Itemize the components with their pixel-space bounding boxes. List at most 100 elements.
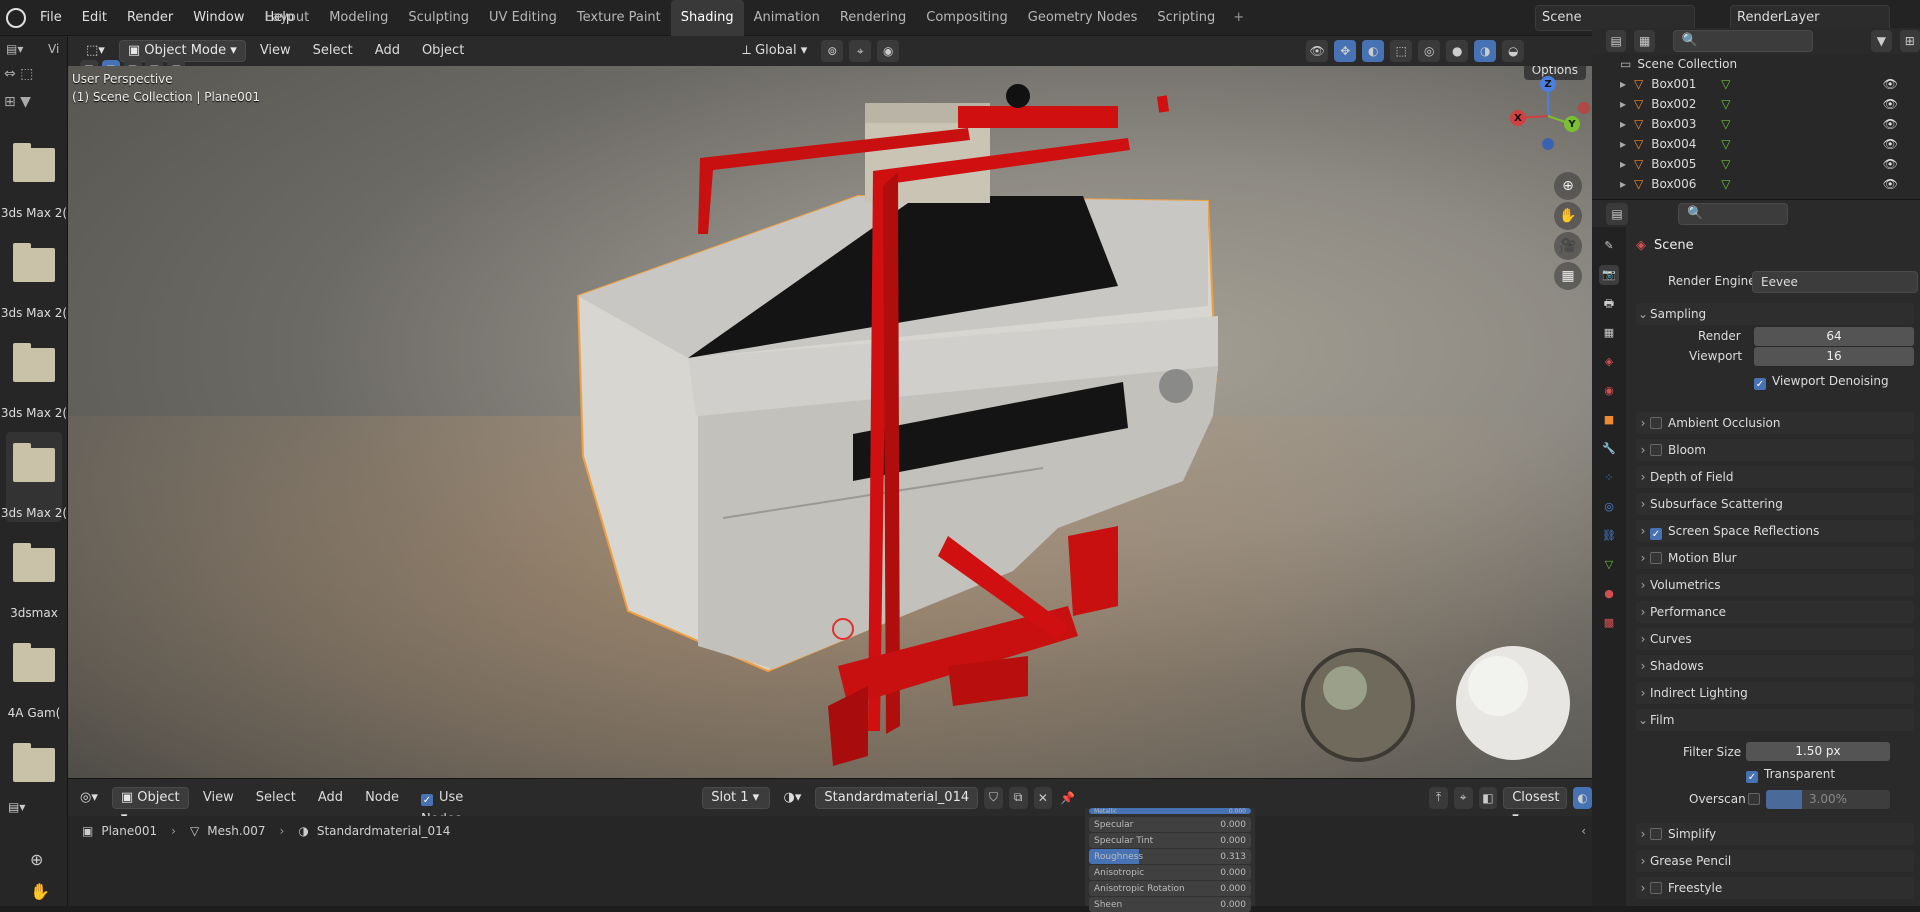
zoom-icon[interactable]: ⊕	[30, 850, 43, 869]
shading-material-icon[interactable]: ◑	[1474, 40, 1497, 62]
outliner-item[interactable]: ▸ ▽ Box001 ▽ 👁	[1592, 74, 1920, 94]
folder-icon[interactable]	[8, 143, 60, 188]
tab-texture-paint[interactable]: Texture Paint	[567, 0, 671, 36]
menu-edit[interactable]: Edit	[72, 0, 117, 36]
material-tab-icon[interactable]: ●	[1599, 584, 1619, 604]
outliner-item[interactable]: ▸ ▽ Box004 ▽ 👁	[1592, 134, 1920, 154]
bsdf-row[interactable]: Anisotropic 0.000	[1089, 865, 1251, 880]
viewport-samples-field[interactable]: 16	[1754, 347, 1914, 366]
orientation-dropdown[interactable]: ⟂ Global ▾	[734, 40, 815, 62]
3d-viewport[interactable]: User Perspective (1) Scene Collection | …	[68, 66, 1592, 778]
editor-type-icon[interactable]: ▤	[1606, 30, 1627, 52]
new-collection-icon[interactable]: ⊞	[1899, 30, 1920, 52]
eye-icon[interactable]: 👁	[1883, 137, 1898, 151]
shader-type-dropdown[interactable]: ▣ Object ▾	[111, 786, 189, 825]
proportional-edit-icon[interactable]: ◉	[877, 40, 900, 62]
filter-size-field[interactable]: 1.50 px	[1746, 742, 1890, 761]
interpolation-dropdown[interactable]: Closest ▾	[1503, 786, 1568, 825]
tab-scripting[interactable]: Scripting	[1147, 0, 1225, 36]
expand-icon[interactable]: ▸	[1620, 97, 1634, 111]
section-performance[interactable]: › Performance	[1636, 601, 1914, 623]
tab-uv-editing[interactable]: UV Editing	[479, 0, 567, 36]
section-grease-pencil[interactable]: › Grease Pencil	[1636, 850, 1914, 872]
properties-search[interactable]: 🔍	[1678, 202, 1788, 225]
section-shadows[interactable]: › Shadows	[1636, 655, 1914, 677]
tool-tab-icon[interactable]: ✎	[1599, 236, 1619, 256]
section-bloom[interactable]: › Bloom	[1636, 439, 1914, 461]
nav-arrows-icon[interactable]: ⇔ ⬚	[4, 66, 33, 82]
axis-y[interactable]: Y	[1564, 116, 1580, 132]
checkbox-icon[interactable]	[1650, 828, 1662, 840]
bsdf-row[interactable]: Roughness 0.313	[1089, 849, 1251, 864]
folder-icon[interactable]	[8, 743, 60, 788]
eye-icon[interactable]: 👁	[1883, 117, 1898, 131]
outliner-search[interactable]: 🔍	[1672, 30, 1814, 52]
vp-menu-object[interactable]: Object	[414, 40, 472, 62]
section-simplify[interactable]: › Simplify	[1636, 823, 1914, 845]
section-freestyle[interactable]: › Freestyle	[1636, 877, 1914, 899]
shading-solid-icon[interactable]: ●	[1446, 40, 1469, 62]
vp-menu-add[interactable]: Add	[367, 40, 408, 62]
menu-file[interactable]: File	[30, 0, 72, 36]
principled-bsdf-node[interactable]: Metallic 0.000 Specular 0.000 Specular Tin…	[1085, 808, 1255, 912]
material-name-field[interactable]: Standardmaterial_014	[815, 786, 979, 809]
sidebar-toggle-icon[interactable]: ‹	[1581, 824, 1586, 838]
fake-user-icon[interactable]: ⛉	[984, 786, 1003, 809]
overscan-checkbox[interactable]	[1748, 792, 1766, 806]
unlink-material-icon[interactable]: ✕	[1033, 786, 1053, 809]
outliner-item[interactable]: ▸ ▽ Box006 ▽ 👁	[1592, 174, 1920, 194]
snap-target-icon[interactable]: ◧	[1478, 786, 1498, 809]
folder-icon[interactable]	[8, 343, 60, 388]
node-menu-select[interactable]: Select	[248, 787, 304, 809]
tab-compositing[interactable]: Compositing	[916, 0, 1018, 36]
display-mode-icon[interactable]: ▦	[1634, 30, 1655, 52]
outliner-item[interactable]: ▸ ▽ Box002 ▽ 👁	[1592, 94, 1920, 114]
particles-tab-icon[interactable]: ⁘	[1599, 468, 1619, 488]
shading-wireframe-icon[interactable]: ◎	[1418, 40, 1441, 62]
bsdf-row[interactable]: Anisotropic Rotation 0.000	[1089, 881, 1251, 896]
camera-icon[interactable]: 🎥	[1554, 232, 1582, 260]
editor-type-icon[interactable]: ⬚▾	[78, 40, 113, 62]
tab-shading[interactable]: Shading	[670, 0, 744, 36]
tab-layout[interactable]: Layout	[255, 0, 319, 36]
overlay-toggle-icon[interactable]: ◐	[1362, 40, 1385, 62]
add-workspace-icon[interactable]: +	[1225, 0, 1252, 36]
folder-icon[interactable]	[8, 243, 60, 288]
eye-icon[interactable]: 👁	[1883, 177, 1898, 191]
scene-model[interactable]	[68, 66, 1592, 778]
film-section[interactable]: ⌄ Film	[1636, 709, 1914, 731]
node-menu-add[interactable]: Add	[310, 787, 351, 809]
bsdf-row[interactable]: Sheen 0.000	[1089, 897, 1251, 912]
zoom-icon[interactable]: ⊕	[1554, 172, 1582, 200]
expand-icon[interactable]: ▸	[1620, 177, 1634, 191]
breadcrumb-material[interactable]: Standardmaterial_014	[317, 824, 451, 838]
tab-modeling[interactable]: Modeling	[319, 0, 398, 36]
viewport-denoising-checkbox[interactable]: Viewport Denoising	[1754, 374, 1889, 390]
outliner-item[interactable]: ▸ ▽ Box005 ▽ 👁	[1592, 154, 1920, 174]
checkbox-icon[interactable]	[1650, 417, 1662, 429]
checkbox-icon[interactable]	[1650, 444, 1662, 456]
scene-tab-icon[interactable]: ◈	[1599, 352, 1619, 372]
render-samples-field[interactable]: 64	[1754, 327, 1914, 346]
render-engine-dropdown[interactable]: Eevee	[1752, 271, 1918, 293]
folder-icon[interactable]	[8, 643, 60, 688]
overlay-toggle-icon[interactable]: ◐	[1573, 786, 1592, 809]
filter-icon[interactable]: ▼	[1871, 30, 1892, 52]
checkbox-icon[interactable]	[1650, 528, 1662, 540]
slot-dropdown[interactable]: Slot 1 ▾	[702, 786, 770, 809]
navigation-gizmo[interactable]: Z Y X	[1508, 76, 1592, 156]
snap-icon[interactable]: ⌖	[849, 40, 872, 62]
folder-icon[interactable]	[8, 543, 60, 588]
section-depth-of-field[interactable]: › Depth of Field	[1636, 466, 1914, 488]
editor-type-icon[interactable]: ▤	[1606, 202, 1628, 225]
use-nodes-checkbox[interactable]: Use Nodes	[413, 787, 503, 827]
filter-icon[interactable]: ⊞ ▼	[4, 94, 31, 110]
tab-sculpting[interactable]: Sculpting	[398, 0, 479, 36]
bsdf-row[interactable]: Specular Tint 0.000	[1089, 833, 1251, 848]
snap-node-icon[interactable]: ⤒	[1429, 786, 1448, 809]
breadcrumb-object[interactable]: Plane001	[101, 824, 157, 838]
overscan-field[interactable]: 3.00%	[1766, 790, 1890, 809]
axis-neg-z[interactable]	[1542, 138, 1554, 150]
mode-dropdown[interactable]: ▣ Object Mode ▾	[118, 40, 246, 62]
node-menu-node[interactable]: Node	[357, 787, 407, 809]
